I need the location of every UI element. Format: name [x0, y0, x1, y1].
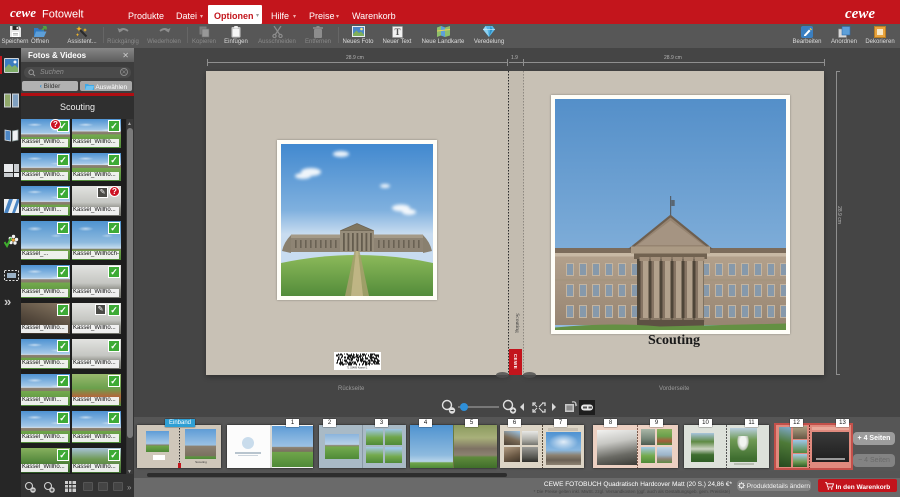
svg-text:cewe: cewe	[10, 5, 36, 20]
svg-text:Fotowelt: Fotowelt	[42, 9, 84, 21]
svg-text:»: »	[127, 483, 132, 492]
svg-text:71 03489 Kassel 1: 71 03489 Kassel 1	[347, 367, 368, 370]
svg-text:T: T	[394, 27, 400, 37]
svg-text:cewe: cewe	[845, 6, 875, 22]
